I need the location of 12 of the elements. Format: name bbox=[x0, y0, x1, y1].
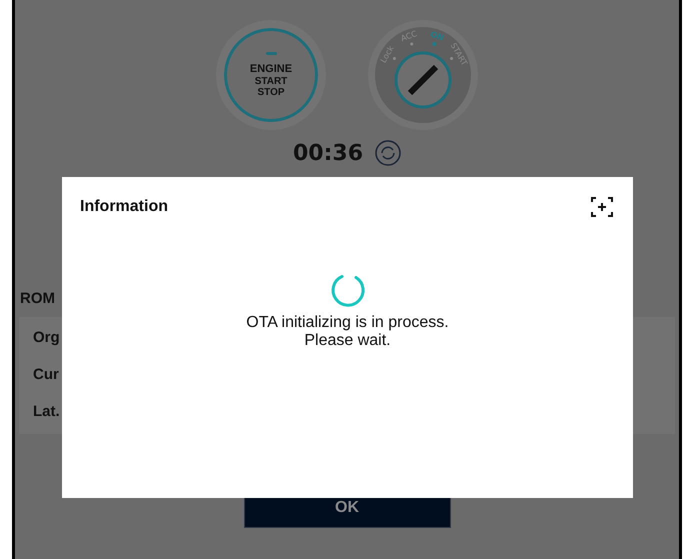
expand-icon[interactable] bbox=[591, 197, 613, 217]
dialog-message: OTA initializing is in process. Please wait. bbox=[246, 314, 449, 350]
refresh-icon[interactable] bbox=[375, 140, 402, 166]
row-label: Lat. bbox=[33, 403, 60, 420]
row-label: Org bbox=[33, 329, 60, 346]
row-label: Cur bbox=[33, 366, 59, 383]
timer-text: 00:36 bbox=[292, 140, 364, 166]
engine-start-stop-button[interactable]: ENGINE START STOP bbox=[216, 20, 326, 130]
section-title: ROM bbox=[20, 290, 56, 307]
dialog-title: Information bbox=[80, 198, 168, 216]
key-slot-icon bbox=[394, 52, 452, 108]
key-position[interactable]: ON bbox=[429, 30, 445, 46]
